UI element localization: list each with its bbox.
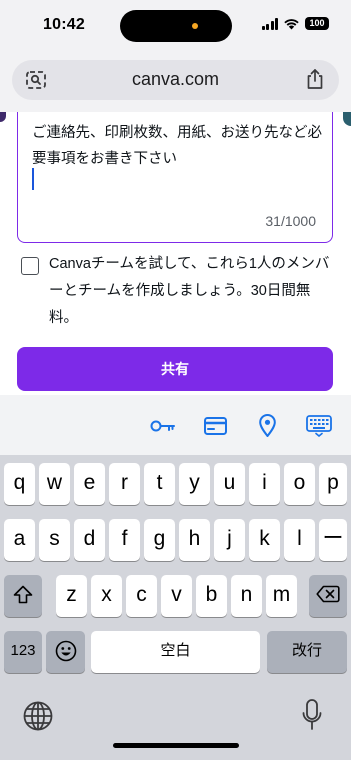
key-q[interactable]: q — [4, 463, 35, 505]
text-caret — [32, 168, 34, 190]
key-b[interactable]: b — [196, 575, 227, 617]
key-long-vowel[interactable]: ー — [319, 519, 347, 561]
address-bar[interactable]: canva.com — [12, 60, 339, 100]
key-u[interactable]: u — [214, 463, 245, 505]
home-indicator[interactable] — [113, 743, 239, 748]
key-z[interactable]: z — [56, 575, 87, 617]
key-a[interactable]: a — [4, 519, 35, 561]
space-key[interactable]: 空白 — [91, 631, 260, 673]
url-text[interactable]: canva.com — [12, 69, 339, 90]
shift-arrow-icon — [13, 585, 33, 604]
emoji-icon — [55, 640, 76, 662]
character-counter: 31/1000 — [265, 213, 316, 229]
return-key[interactable]: 改行 — [267, 631, 347, 673]
key-i[interactable]: i — [249, 463, 280, 505]
status-time: 10:42 — [43, 16, 85, 33]
screen: 10:42 100 canva.com ご連絡先、印刷枚数、用紙、お送り先など必… — [0, 0, 351, 760]
wifi-icon — [284, 18, 299, 29]
key-w[interactable]: w — [39, 463, 70, 505]
key-icon[interactable] — [150, 419, 176, 433]
key-c[interactable]: c — [126, 575, 157, 617]
message-text[interactable]: ご連絡先、印刷枚数、用紙、お送り先など必要事項をお書き下さい — [32, 120, 324, 172]
emoji-key[interactable] — [46, 631, 85, 673]
key-d[interactable]: d — [74, 519, 105, 561]
numbers-key[interactable]: 123 — [4, 631, 42, 673]
shift-key[interactable] — [4, 575, 42, 617]
backspace-icon — [316, 585, 340, 603]
team-trial-checkbox[interactable] — [21, 257, 39, 275]
dynamic-island — [120, 10, 232, 42]
microphone-icon[interactable] — [301, 698, 323, 732]
keyboard: q w e r t y u i o p a s d f g h j k l ー … — [0, 395, 351, 760]
camera-indicator-dot — [192, 23, 198, 29]
key-h[interactable]: h — [179, 519, 210, 561]
background-decoration — [0, 112, 6, 122]
key-o[interactable]: o — [284, 463, 315, 505]
share-icon[interactable] — [305, 68, 325, 90]
keyboard-toolbar — [0, 395, 351, 455]
share-button[interactable]: 共有 — [17, 347, 333, 391]
signal-icon — [261, 17, 278, 30]
background-decoration — [343, 112, 351, 126]
key-m[interactable]: m — [266, 575, 297, 617]
key-t[interactable]: t — [144, 463, 175, 505]
key-j[interactable]: j — [214, 519, 245, 561]
battery-icon: 100 — [305, 17, 329, 30]
keyboard-dismiss-icon[interactable] — [306, 415, 332, 437]
location-pin-icon[interactable] — [259, 414, 276, 437]
delete-key[interactable] — [309, 575, 347, 617]
key-s[interactable]: s — [39, 519, 70, 561]
credit-card-icon[interactable] — [204, 417, 227, 435]
status-icons: 100 — [261, 17, 329, 30]
web-content: ご連絡先、印刷枚数、用紙、お送り先など必要事項をお書き下さい 31/1000 C… — [0, 112, 351, 395]
key-p[interactable]: p — [319, 463, 347, 505]
key-n[interactable]: n — [231, 575, 262, 617]
key-l[interactable]: l — [284, 519, 315, 561]
key-e[interactable]: e — [74, 463, 105, 505]
key-f[interactable]: f — [109, 519, 140, 561]
key-r[interactable]: r — [109, 463, 140, 505]
key-x[interactable]: x — [91, 575, 122, 617]
key-y[interactable]: y — [179, 463, 210, 505]
team-trial-label[interactable]: Canvaチームを試して、これら1人のメンバーとチームを作成しましょう。30日間… — [49, 251, 339, 332]
key-g[interactable]: g — [144, 519, 175, 561]
status-bar: 10:42 100 — [0, 0, 351, 50]
message-textarea[interactable]: ご連絡先、印刷枚数、用紙、お送り先など必要事項をお書き下さい 31/1000 — [17, 112, 333, 243]
globe-icon[interactable] — [22, 700, 54, 732]
key-k[interactable]: k — [249, 519, 280, 561]
key-v[interactable]: v — [161, 575, 192, 617]
